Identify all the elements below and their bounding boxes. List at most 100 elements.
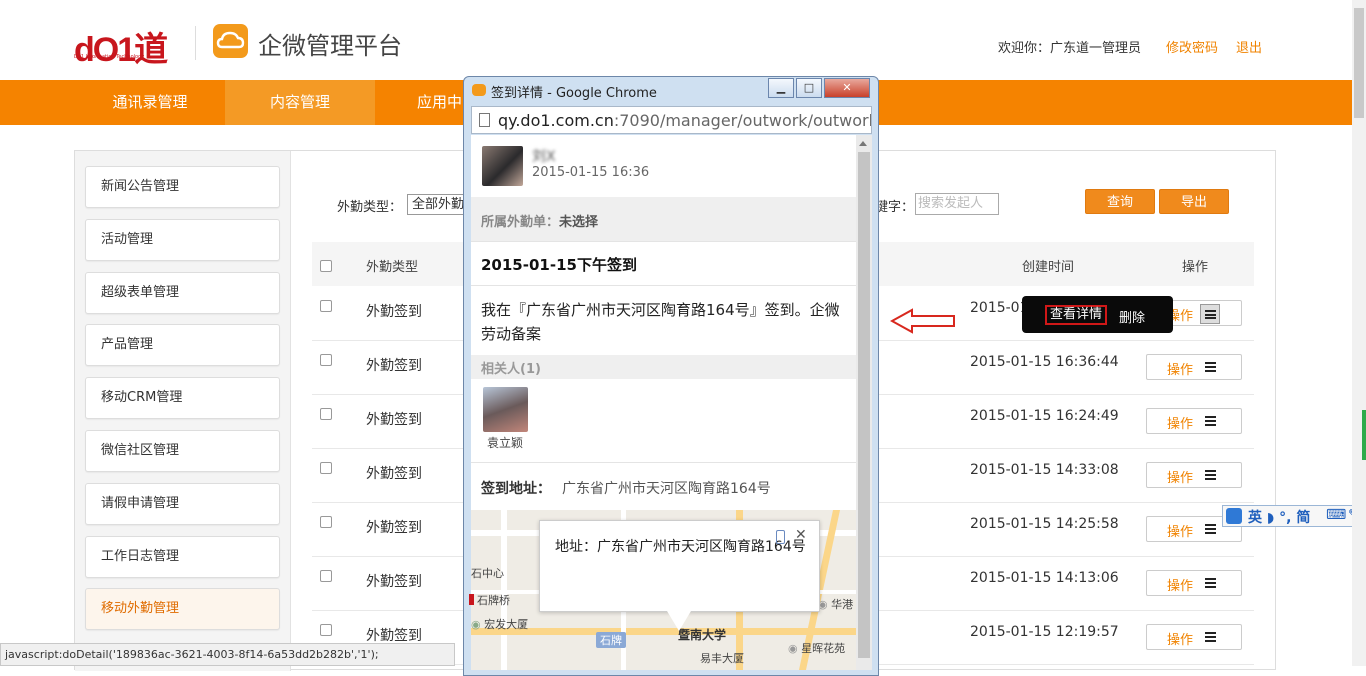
map-label: ◉ 星晖花苑	[788, 642, 846, 655]
page-scroll-thumb[interactable]	[1354, 8, 1364, 118]
phone-icon[interactable]	[776, 530, 785, 544]
left-arrow-icon	[890, 308, 955, 334]
row-action-button[interactable]: 操作	[1146, 462, 1242, 488]
map-label: 石牌桥	[469, 592, 510, 608]
row-type: 外勤签到	[366, 574, 422, 590]
row-checkbox[interactable]	[320, 570, 332, 582]
sidebar-item-leave[interactable]: 请假申请管理	[85, 483, 280, 525]
row-action-button[interactable]: 操作	[1146, 570, 1242, 596]
close-window-button[interactable]: ✕	[824, 78, 870, 98]
platform-title: 企微管理平台	[258, 32, 402, 60]
export-button[interactable]: 导出	[1159, 189, 1229, 214]
nav-item-contacts[interactable]: 通讯录管理	[75, 80, 225, 125]
row-created: 2015-01-15 14:33:08	[970, 462, 1119, 478]
row-created: 2015-01-15 12:19:57	[970, 624, 1119, 640]
row-created: 2015-01	[970, 300, 1029, 316]
side-indicator	[1362, 410, 1366, 460]
ime-toolbar[interactable]: 英 ◗ °, 简 ⌨ ✎	[1222, 505, 1366, 527]
popup-window-title: 签到详情 - Google Chrome	[491, 86, 657, 101]
menu-icon	[1205, 524, 1216, 534]
row-action-label: 操作	[1167, 417, 1194, 432]
order-label: 所属外勤单：未选择	[481, 215, 599, 230]
row-checkbox[interactable]	[320, 516, 332, 528]
url-text: qy.do1.com.cn:7090/manager/outwork/outwo…	[498, 111, 872, 130]
keyword-label: 键字：	[875, 200, 915, 215]
search-input[interactable]: 搜索发起人	[915, 193, 999, 215]
change-password-link[interactable]: 修改密码	[1166, 37, 1218, 56]
sidebar-item-worklog[interactable]: 工作日志管理	[85, 536, 280, 578]
keyboard-icon[interactable]: ⌨	[1326, 507, 1346, 523]
map-tip-text: 地址：广东省广州市天河区陶育路164号	[555, 539, 806, 555]
sidebar-item-product[interactable]: 产品管理	[85, 324, 280, 366]
related-label: 相关人(1)	[481, 362, 541, 377]
row-type: 外勤签到	[366, 304, 422, 320]
delete-button[interactable]: 删除	[1119, 307, 1145, 326]
row-checkbox[interactable]	[320, 408, 332, 420]
divider	[471, 241, 856, 242]
top-header: dO1道 Do1 Information Technology 企微管理平台 欢…	[0, 0, 1366, 80]
do1-logo: dO1道	[74, 31, 168, 69]
row-action-button[interactable]: 操作	[1146, 354, 1242, 380]
nav-item-content[interactable]: 内容管理	[225, 80, 375, 125]
sidebar-item-outwork[interactable]: 移动外勤管理	[85, 588, 280, 630]
menu-icon[interactable]	[1200, 304, 1220, 324]
cloud-favicon-icon	[472, 84, 486, 96]
map-label: ◉ 华港	[818, 598, 854, 611]
row-action-label: 操作	[1167, 525, 1194, 540]
sidebar-item-activity[interactable]: 活动管理	[85, 219, 280, 261]
page-icon	[479, 113, 490, 127]
row-action-label: 操作	[1167, 363, 1194, 378]
divider	[471, 462, 856, 463]
user-name: 刘X	[532, 149, 556, 165]
row-type: 外勤签到	[366, 466, 422, 482]
row-checkbox[interactable]	[320, 462, 332, 474]
ime-logo-icon	[1226, 508, 1242, 524]
sidebar-item-community[interactable]: 微信社区管理	[85, 430, 280, 472]
logout-link[interactable]: 退出	[1236, 37, 1262, 56]
map-label: 石牌	[596, 632, 626, 648]
th-type: 外勤类型	[366, 260, 419, 275]
select-all-checkbox[interactable]	[320, 260, 332, 272]
user-time: 2015-01-15 16:36	[532, 165, 650, 180]
row-action-label: 操作	[1167, 471, 1194, 486]
row-checkbox[interactable]	[320, 624, 332, 636]
row-action-label: 操作	[1167, 633, 1194, 648]
do1-logo-subtitle: Do1 Information Technology	[74, 54, 145, 60]
row-action-button[interactable]: 操作	[1146, 624, 1242, 650]
th-action: 操作	[1182, 260, 1209, 275]
address-value: 广东省广州市天河区陶育路164号	[562, 481, 771, 497]
row-checkbox[interactable]	[320, 300, 332, 312]
row-type: 外勤签到	[366, 628, 422, 644]
popup-scroll-thumb[interactable]	[858, 152, 870, 658]
type-filter-label: 外勤类型：	[337, 200, 403, 215]
minimize-button[interactable]: ▁	[768, 78, 794, 98]
row-action-button[interactable]: 操作	[1146, 408, 1242, 434]
status-bar: javascript:doDetail('189836ac-3621-4003-…	[0, 643, 455, 666]
menu-icon	[1205, 470, 1216, 480]
row-created: 2015-01-15 14:25:58	[970, 516, 1119, 532]
map-label: 易丰大厦	[700, 652, 744, 665]
row-checkbox[interactable]	[320, 354, 332, 366]
menu-icon	[1205, 632, 1216, 642]
menu-icon	[1205, 416, 1216, 426]
menu-icon	[1205, 578, 1216, 588]
view-detail-button[interactable]: 查看详情	[1045, 305, 1108, 325]
menu-icon	[1205, 362, 1216, 372]
sidebar-item-crm[interactable]: 移动CRM管理	[85, 377, 280, 419]
close-icon[interactable]: ✕	[795, 527, 807, 543]
sidebar-item-super-form[interactable]: 超级表单管理	[85, 272, 280, 314]
signin-text: 我在『广东省广州市天河区陶育路164号』签到。企微劳动备案	[481, 301, 840, 343]
th-created: 创建时间	[1022, 260, 1075, 275]
row-type: 外勤签到	[366, 520, 422, 536]
sidebar-item-news[interactable]: 新闻公告管理	[85, 166, 280, 208]
scroll-up-icon[interactable]	[859, 141, 867, 146]
related-person-avatar[interactable]	[483, 387, 528, 432]
ime-status: 英 ◗ °, 简	[1248, 510, 1311, 526]
maximize-button[interactable]: □	[796, 78, 822, 98]
map-label: ◉ 宏发大厦	[471, 618, 529, 631]
related-person-name: 袁立颖	[487, 436, 524, 450]
address-bar[interactable]: qy.do1.com.cn:7090/manager/outwork/outwo…	[471, 106, 872, 134]
logo-divider	[195, 26, 196, 60]
query-button[interactable]: 查询	[1085, 189, 1155, 214]
type-select[interactable]: 全部外勤	[407, 194, 467, 215]
